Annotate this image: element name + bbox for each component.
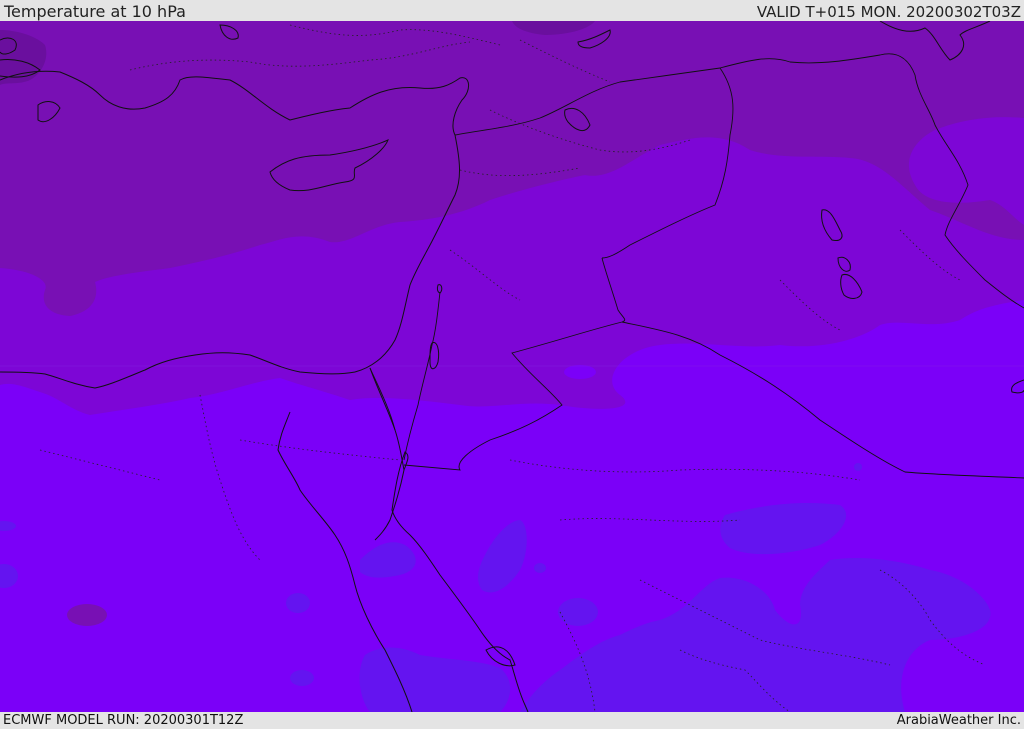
temp-patch-warm-7	[534, 563, 546, 573]
header-bar: Temperature at 10 hPa VALID T+015 MON. 2…	[0, 0, 1024, 21]
map-canvas	[0, 21, 1024, 712]
temp-patch-warm-2	[286, 593, 310, 613]
credit: ArabiaWeather Inc.	[896, 713, 1021, 728]
temp-patch-mid-jordan	[564, 365, 596, 379]
temp-patch-warm-1	[558, 598, 598, 626]
temp-patch-cool-south	[67, 604, 107, 626]
temp-patch-warm-3	[290, 670, 314, 686]
temp-patch-warm-6	[854, 463, 862, 471]
valid-time: VALID T+015 MON. 20200302T03Z	[756, 3, 1021, 21]
model-run: ECMWF MODEL RUN: 20200301T12Z	[3, 713, 244, 728]
map-title: Temperature at 10 hPa	[4, 2, 186, 21]
footer-bar: ECMWF MODEL RUN: 20200301T12Z ArabiaWeat…	[0, 712, 1024, 729]
temperature-map[interactable]	[0, 21, 1024, 712]
